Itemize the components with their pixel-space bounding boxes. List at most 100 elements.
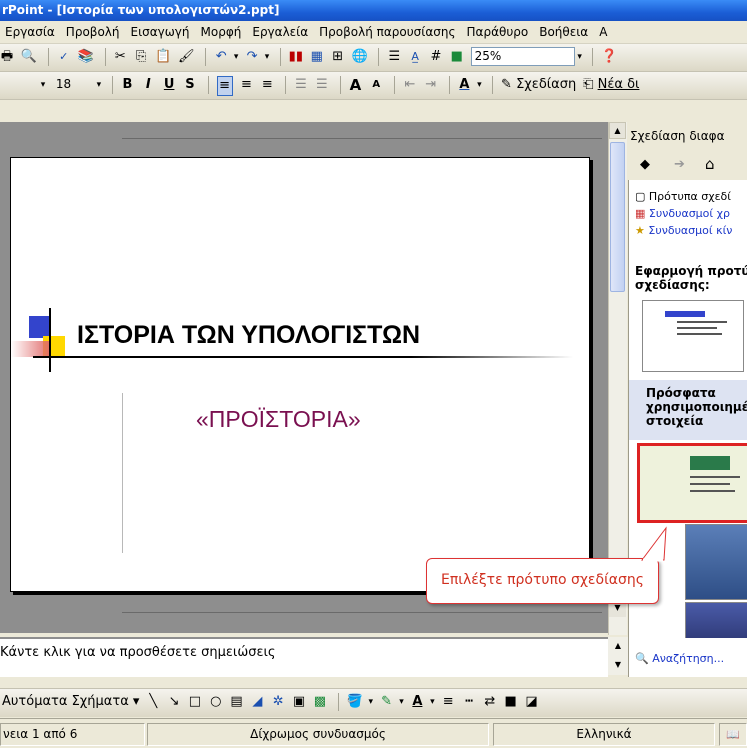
show-formatting-icon[interactable]: A̲ (408, 48, 422, 66)
decrease-indent-icon[interactable]: ⇤ (403, 76, 417, 94)
forward-icon[interactable]: ➔ (674, 157, 685, 172)
slide-subtitle[interactable]: «ΠΡΟΪΣΤΟΡΙΑ» (196, 406, 361, 433)
link-animation-schemes[interactable]: ★ Συνδυασμοί κίν (635, 224, 732, 237)
font-size-combo[interactable]: 18 (52, 75, 94, 94)
drawing-toolbar: Αυτόματα Σχήματα ▾ ╲ ↘ □ ○ ▤ ◢ ✲ ▣ ▩ 🪣 ▾ … (0, 688, 747, 717)
underline-icon[interactable]: U (162, 76, 176, 94)
color-grayscale-icon[interactable]: ■ (450, 48, 464, 66)
slide-canvas[interactable]: ΙΣΤΟΡΙΑ ΤΩΝ ΥΠΟΛΟΓΙΣΤΩΝ «ΠΡΟΪΣΤΟΡΙΑ» (10, 157, 590, 592)
zoom-dropdown-icon[interactable]: ▾ (575, 48, 585, 66)
print-preview-icon[interactable]: 🔍 (21, 48, 37, 66)
tables-borders-icon[interactable]: ⊞ (331, 48, 345, 66)
fill-color-icon[interactable]: 🪣 (347, 693, 363, 711)
spelling-icon[interactable]: ✓ (57, 48, 71, 66)
separator (592, 48, 594, 66)
template-thumb-default[interactable] (642, 300, 744, 372)
notes-placeholder[interactable]: Κάντε κλικ για να προσθέσετε σημειώσεις (0, 645, 276, 660)
arrow-style-icon[interactable]: ⇄ (483, 693, 497, 711)
shadow-style-icon[interactable]: ■ (504, 693, 518, 711)
clipart-icon[interactable]: ▣ (292, 693, 306, 711)
notes-scroll-down-icon[interactable]: ▼ (608, 660, 628, 669)
font-color-dropdown-icon[interactable]: ▾ (474, 76, 484, 94)
diagram-icon[interactable]: ✲ (271, 693, 285, 711)
numbering-icon[interactable]: ☰ (294, 76, 308, 94)
menu-slide-show[interactable]: Προβολή παρουσίασης (314, 21, 461, 43)
template-thumb-selected[interactable] (637, 443, 747, 523)
insert-table-icon[interactable]: ▦ (310, 48, 324, 66)
format-painter-icon[interactable]: 🖌 (178, 48, 195, 66)
bullets-icon[interactable]: ☰ (315, 76, 329, 94)
font-size-dropdown-icon[interactable]: ▾ (94, 76, 104, 94)
hyperlink-icon[interactable]: 🌐 (351, 48, 367, 66)
line-color-icon[interactable]: ✎ (380, 693, 394, 711)
draw-font-color-dropdown-icon[interactable]: ▾ (427, 693, 437, 711)
separator (394, 76, 396, 94)
textbox-icon[interactable]: ▤ (230, 693, 244, 711)
paste-icon[interactable]: 📋 (155, 48, 171, 66)
show-grid-icon[interactable]: # (429, 48, 443, 66)
shadow-icon[interactable]: S (183, 76, 197, 94)
copy-icon[interactable]: ⎘ (134, 48, 148, 66)
zoom-combo[interactable]: 25% (470, 47, 575, 66)
line-style-icon[interactable]: ≡ (441, 693, 455, 711)
redo-dropdown-icon[interactable]: ▾ (262, 48, 272, 66)
help-icon[interactable]: ❓ (601, 48, 617, 66)
print-icon[interactable]: 🖶 (0, 48, 14, 66)
decrease-font-icon[interactable]: A (369, 76, 383, 94)
font-color-icon[interactable]: A (457, 76, 471, 94)
design-button[interactable]: ✎ Σχεδίαση (501, 76, 576, 94)
picture-icon[interactable]: ▩ (313, 693, 327, 711)
oval-icon[interactable]: ○ (209, 693, 223, 711)
menu-tools[interactable]: Εργαλεία (247, 21, 314, 43)
notes-scrollbar[interactable]: ▲ ▼ (608, 637, 628, 675)
increase-font-icon[interactable]: A (348, 76, 362, 94)
undo-dropdown-icon[interactable]: ▾ (231, 48, 241, 66)
menu-window[interactable]: Παράθυρο (462, 21, 535, 43)
italic-icon[interactable]: I (141, 76, 155, 94)
template-thumb-blue[interactable] (685, 524, 747, 600)
spelling-status-icon[interactable]: 📖 (719, 723, 747, 746)
line-icon[interactable]: ╲ (146, 693, 160, 711)
cut-icon[interactable]: ✂ (113, 48, 127, 66)
scroll-up-icon[interactable]: ▲ (609, 122, 626, 139)
notes-scroll-up-icon[interactable]: ▲ (608, 641, 628, 650)
draw-font-color-icon[interactable]: A (410, 693, 424, 711)
line-color-dropdown-icon[interactable]: ▾ (397, 693, 407, 711)
menu-edit[interactable]: Εργασία (0, 21, 61, 43)
wordart-icon[interactable]: ◢ (250, 693, 264, 711)
menu-help[interactable]: Βοήθεια (534, 21, 594, 43)
back-icon[interactable]: ◆ (640, 157, 650, 172)
align-center-icon[interactable]: ≡ (239, 76, 253, 94)
notes-pane[interactable]: Κάντε κλικ για να προσθέσετε σημειώσεις (0, 637, 608, 677)
link-color-schemes[interactable]: ▦ Συνδυασμοί χρ (635, 207, 730, 220)
3d-style-icon[interactable]: ◪ (525, 693, 539, 711)
rectangle-icon[interactable]: □ (188, 693, 202, 711)
menu-insert[interactable]: Εισαγωγή (126, 21, 196, 43)
menu-extra[interactable]: Α (594, 21, 613, 43)
link-design-templates[interactable]: ▢ Πρότυπα σχεδί (635, 190, 731, 203)
search-link[interactable]: 🔍 Αναζήτηση... (635, 652, 724, 665)
bold-icon[interactable]: B (120, 76, 134, 94)
align-left-icon[interactable]: ≡ (216, 76, 233, 96)
new-slide-button[interactable]: ⎗ Νέα δι (583, 76, 639, 94)
workspace-top-strip (0, 103, 608, 122)
menu-view[interactable]: Προβολή (61, 21, 126, 43)
undo-icon[interactable]: ↶ (214, 48, 228, 66)
scroll-thumb[interactable] (610, 142, 625, 292)
autoshapes-button[interactable]: Αυτόματα Σχήματα ▾ (2, 693, 139, 711)
window-title: rPoint - [Ιστορία των υπολογιστών2.ppt] (2, 3, 280, 17)
arrow-icon[interactable]: ↘ (167, 693, 181, 711)
align-right-icon[interactable]: ≡ (260, 76, 274, 94)
menu-format[interactable]: Μορφή (196, 21, 248, 43)
research-icon[interactable]: 📚 (78, 48, 94, 66)
color-scheme-icon: ▦ (635, 207, 646, 220)
increase-indent-icon[interactable]: ⇥ (424, 76, 438, 94)
fill-color-dropdown-icon[interactable]: ▾ (366, 693, 376, 711)
expand-all-icon[interactable]: ☰ (387, 48, 401, 66)
insert-chart-icon[interactable]: ▮▮ (289, 48, 303, 66)
home-icon[interactable]: ⌂ (705, 155, 715, 173)
redo-icon[interactable]: ↷ (245, 48, 259, 66)
dash-style-icon[interactable]: ┅ (462, 693, 476, 711)
font-dropdown-icon[interactable]: ▾ (38, 76, 48, 94)
slide-title[interactable]: ΙΣΤΟΡΙΑ ΤΩΝ ΥΠΟΛΟΓΙΣΤΩΝ (77, 321, 420, 350)
